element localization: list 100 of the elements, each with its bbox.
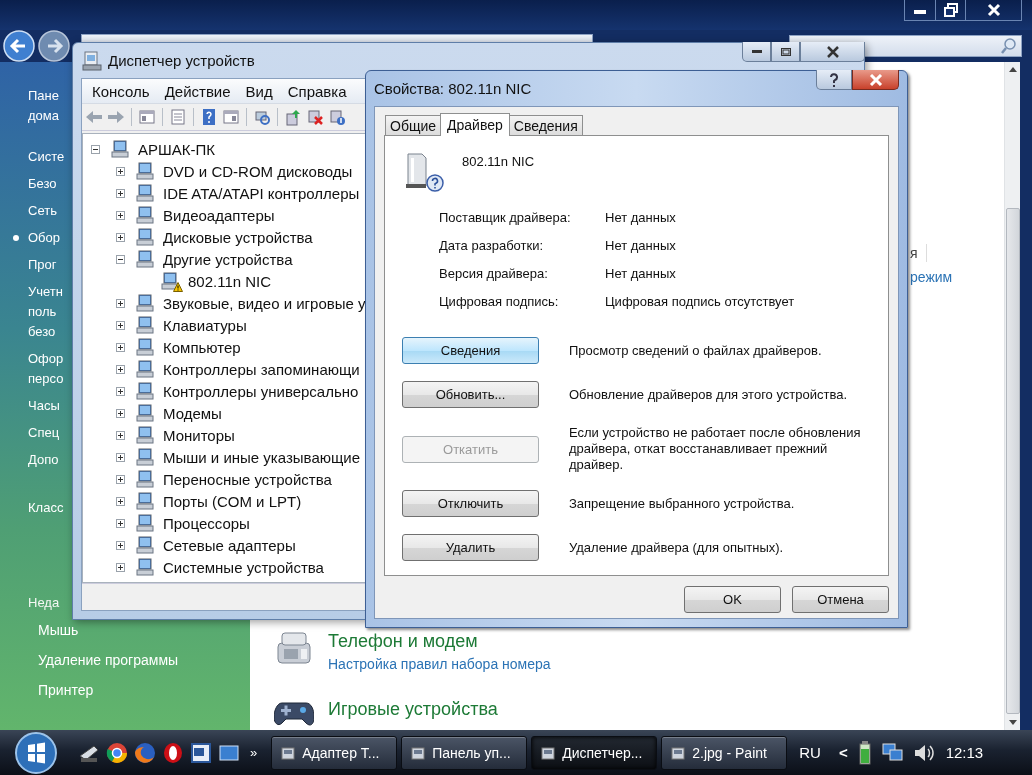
menu-item[interactable]: Действие xyxy=(157,82,238,100)
maximize-button[interactable] xyxy=(771,42,800,62)
document-icon[interactable] xyxy=(190,741,212,764)
sidebar-link[interactable]: Систе xyxy=(10,147,65,167)
sidebar-link[interactable]: Спец xyxy=(10,423,60,443)
tree-item[interactable]: Порты (COM и LPT) xyxy=(163,492,302,510)
expand-toggle[interactable] xyxy=(116,474,125,484)
remove-device-icon[interactable] xyxy=(306,108,324,126)
expand-toggle[interactable] xyxy=(116,254,125,264)
tab[interactable]: Драйвер xyxy=(440,113,510,136)
tree-item[interactable]: Сетевые адаптеры xyxy=(163,536,296,554)
expand-toggle[interactable] xyxy=(116,562,125,572)
sidebar-link[interactable]: Прог xyxy=(10,255,57,275)
expand-toggle[interactable] xyxy=(116,386,125,396)
tab[interactable]: Общие xyxy=(385,115,442,135)
task-link[interactable]: Настройка правил набора номера xyxy=(328,653,551,675)
tree-view-icon[interactable] xyxy=(138,108,156,126)
sidebar-link[interactable]: Допо xyxy=(10,450,59,470)
expand-toggle[interactable] xyxy=(116,408,125,418)
expand-toggle[interactable] xyxy=(116,166,125,176)
sidebar-link[interactable]: Обор xyxy=(10,228,61,248)
expand-toggle[interactable] xyxy=(116,188,125,198)
tree-item[interactable]: Клавиатуры xyxy=(163,316,247,334)
clock[interactable]: 12:13 xyxy=(945,744,984,761)
expand-toggle[interactable] xyxy=(116,518,125,528)
tree-item[interactable]: Процессоры xyxy=(163,514,250,532)
tree-item[interactable]: Дисковые устройства xyxy=(163,228,313,246)
action-button[interactable]: Удалить xyxy=(402,534,539,561)
taskbar-button[interactable]: Диспетчер... xyxy=(531,735,658,770)
expand-toggle[interactable] xyxy=(116,496,125,506)
tree-item[interactable]: Звуковые, видео и игровые у xyxy=(163,294,366,312)
expand-toggle[interactable] xyxy=(116,364,125,374)
tree-item[interactable]: АРШАК-ПК xyxy=(138,140,215,158)
taskbar-button[interactable]: Адаптер Т... xyxy=(271,735,398,770)
window-icon[interactable] xyxy=(222,108,240,126)
start-button[interactable] xyxy=(12,730,60,775)
sidebar-link[interactable]: Офор персо xyxy=(10,349,64,389)
network-icon[interactable] xyxy=(881,742,904,763)
close-button[interactable] xyxy=(852,70,899,90)
menu-item[interactable]: Вид xyxy=(238,82,280,100)
language-indicator[interactable]: RU xyxy=(799,744,821,761)
sidebar-link[interactable]: Сеть xyxy=(10,201,57,221)
battery-icon[interactable] xyxy=(857,740,872,765)
tree-item[interactable]: Видеоадаптеры xyxy=(163,206,275,224)
tree-item[interactable]: 802.11n NIC xyxy=(188,272,272,290)
tree-item[interactable]: Контроллеры запоминающи xyxy=(163,360,360,378)
taskbar-button[interactable]: 2.jpg - Paint xyxy=(661,735,788,770)
show-hidden-icons[interactable]: < xyxy=(838,744,848,761)
section-title-link[interactable]: Игровые устройства xyxy=(328,697,498,721)
device-icon xyxy=(135,491,155,511)
update-driver-icon[interactable] xyxy=(284,108,302,126)
expand-toggle[interactable] xyxy=(116,232,125,242)
tree-item[interactable]: Компьютер xyxy=(163,338,241,356)
forward-button[interactable] xyxy=(38,30,70,62)
help-icon[interactable] xyxy=(200,108,218,126)
sidebar-link[interactable]: Часы xyxy=(10,396,60,416)
tree-item[interactable]: Модемы xyxy=(163,404,222,422)
minimize-button[interactable] xyxy=(742,42,771,62)
tree-item[interactable]: DVD и CD-ROM дисководы xyxy=(163,162,353,180)
menu-item[interactable]: Консоль xyxy=(85,82,157,100)
tree-item[interactable]: Мыши и иные указывающие xyxy=(163,448,361,466)
scrollbar[interactable] xyxy=(1004,62,1020,730)
dialog-button[interactable]: Отмена xyxy=(792,586,889,613)
scan-hardware-icon[interactable] xyxy=(253,108,271,126)
scrollbar-thumb[interactable] xyxy=(1005,208,1020,714)
tree-item[interactable]: Другие устройства xyxy=(163,250,293,268)
action-button[interactable]: Отключить xyxy=(402,490,539,517)
tree-item[interactable]: IDE ATA/ATAPI контроллеры xyxy=(163,184,360,202)
tree-item[interactable]: Системные устройства xyxy=(163,558,324,576)
action-button[interactable]: Сведения xyxy=(402,337,539,364)
action-button[interactable]: Обновить... xyxy=(402,381,539,408)
expand-toggle[interactable] xyxy=(116,342,125,352)
sidebar-link[interactable]: Учетн поль безо xyxy=(10,282,63,342)
tree-item[interactable]: Переносные устройства xyxy=(163,470,332,488)
taskbar-button[interactable]: Панель уп... xyxy=(401,735,528,770)
dialog-button[interactable]: OK xyxy=(684,586,781,613)
menu-item[interactable]: Справка xyxy=(280,82,354,100)
opera-icon[interactable] xyxy=(162,741,184,764)
expand-toggle[interactable] xyxy=(116,320,125,330)
overflow-chevron[interactable]: » xyxy=(250,745,258,760)
help-button[interactable] xyxy=(816,70,852,90)
section-title-link[interactable]: Телефон и модем xyxy=(328,629,551,653)
speaker-icon[interactable] xyxy=(913,743,934,762)
expand-toggle[interactable] xyxy=(116,452,125,462)
disable-device-icon[interactable] xyxy=(328,108,346,126)
expand-toggle[interactable] xyxy=(116,210,125,220)
tab[interactable]: Сведения xyxy=(508,115,583,135)
expand-toggle[interactable] xyxy=(116,298,125,308)
browser-icon[interactable] xyxy=(106,741,128,764)
expand-toggle[interactable] xyxy=(116,430,125,440)
close-button[interactable] xyxy=(800,42,865,62)
sidebar-link[interactable]: Безо xyxy=(10,174,57,194)
tree-item[interactable]: Мониторы xyxy=(163,426,235,444)
expand-toggle[interactable] xyxy=(91,144,100,154)
task-link[interactable]: режим xyxy=(910,268,953,286)
expand-toggle[interactable] xyxy=(116,540,125,550)
sidebar-link[interactable]: Пане дома xyxy=(28,86,59,126)
fox-browser-icon[interactable] xyxy=(134,741,156,764)
back-button[interactable] xyxy=(3,30,35,62)
tree-item[interactable]: Контроллеры универсально xyxy=(163,382,359,400)
